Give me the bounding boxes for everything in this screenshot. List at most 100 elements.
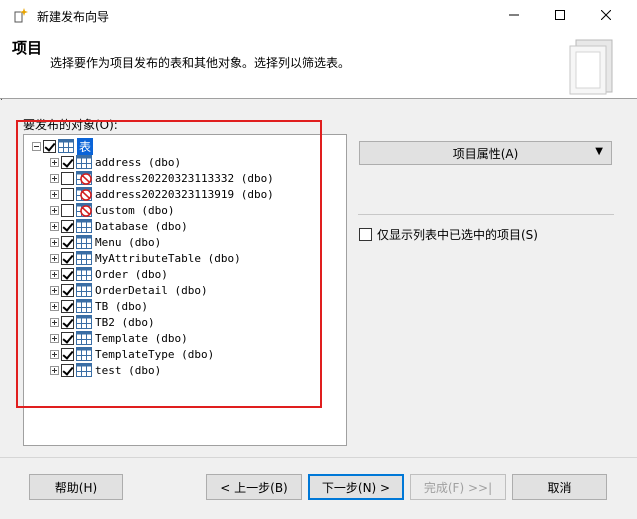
expand-icon[interactable] (50, 253, 59, 263)
only-selected-checkbox[interactable] (359, 228, 372, 241)
expand-icon[interactable] (50, 173, 59, 183)
tree-item[interactable]: address20220323113332 (dbo) (50, 170, 274, 186)
back-label: < 上一步(B) (220, 480, 288, 495)
table-icon (76, 331, 92, 345)
tree-item[interactable]: OrderDetail (dbo) (50, 282, 208, 298)
expand-icon[interactable] (50, 349, 59, 359)
tree-root-checkbox[interactable] (43, 139, 56, 153)
tree-item-checkbox[interactable] (61, 219, 74, 233)
article-properties-label: 项目属性(A) (452, 146, 519, 161)
tree-item-label: TB (dbo) (95, 299, 148, 313)
tree-item-checkbox[interactable] (61, 171, 74, 185)
table-icon (76, 267, 92, 281)
objects-tree[interactable]: 表 address (dbo) address20220323113332 (db… (23, 134, 347, 446)
table-excluded-icon (76, 187, 92, 201)
finish-label: 完成(F) >>| (423, 480, 493, 495)
expand-icon[interactable] (50, 269, 59, 279)
tree-item[interactable]: address20220323113919 (dbo) (50, 186, 274, 202)
article-properties-button[interactable]: 项目属性(A) ▼ (359, 141, 612, 165)
only-selected-label: 仅显示列表中已选中的项目(S) (377, 228, 538, 242)
tree-item[interactable]: TB2 (dbo) (50, 314, 155, 330)
tree-item[interactable]: TB (dbo) (50, 298, 148, 314)
tree-item-label: address20220323113919 (dbo) (95, 187, 274, 201)
tree-item[interactable]: Custom (dbo) (50, 202, 174, 218)
tree-item-checkbox[interactable] (61, 283, 74, 297)
tree-root-label[interactable]: 表 (77, 137, 94, 155)
edge-mark: . (0, 93, 3, 103)
tree-item-label: Database (dbo) (95, 219, 188, 233)
tree-item[interactable]: Menu (dbo) (50, 234, 161, 250)
cancel-label: 取消 (547, 480, 572, 495)
tree-item-label: test (dbo) (95, 363, 162, 377)
maximize-button[interactable] (537, 0, 583, 30)
objects-label: 要发布的对象(O): (23, 118, 118, 132)
tree-item[interactable]: address (dbo) (50, 154, 181, 170)
tree-item[interactable]: MyAttributeTable (dbo) (50, 250, 241, 266)
next-button[interactable]: 下一步(N) > (308, 474, 404, 500)
tree-item-label: address (dbo) (95, 155, 182, 169)
tree-item-label: Menu (dbo) (95, 235, 162, 249)
tree-item[interactable]: TemplateType (dbo) (50, 346, 214, 362)
footer-divider (0, 457, 637, 458)
table-excluded-icon (76, 203, 92, 217)
tree-item[interactable]: Order (dbo) (50, 266, 168, 282)
only-selected-option[interactable]: 仅显示列表中已选中的项目(S) (359, 226, 538, 243)
table-icon (76, 363, 92, 377)
tree-item-checkbox[interactable] (61, 187, 74, 201)
title-bar: 新建发布向导 (0, 0, 637, 30)
tree-item-checkbox[interactable] (61, 347, 74, 361)
next-label: 下一步(N) > (321, 480, 391, 495)
minimize-button[interactable] (491, 0, 537, 30)
expand-icon[interactable] (50, 205, 59, 215)
page-title: 项目 (12, 39, 43, 57)
tree-item-label: Custom (dbo) (95, 203, 175, 217)
expand-icon[interactable] (50, 189, 59, 199)
tree-item-checkbox[interactable] (61, 299, 74, 313)
tree-root[interactable]: 表 (32, 137, 94, 155)
tree-item-checkbox[interactable] (61, 155, 74, 169)
divider (358, 214, 614, 215)
wizard-icon (14, 8, 28, 23)
table-excluded-icon (76, 171, 92, 185)
tree-item-checkbox[interactable] (61, 203, 74, 217)
table-icon (76, 155, 92, 169)
back-button[interactable]: < 上一步(B) (206, 474, 302, 500)
tree-item-label: Order (dbo) (95, 267, 168, 281)
close-button[interactable] (583, 0, 629, 30)
expand-icon[interactable] (50, 221, 59, 231)
dropdown-arrow-icon: ▼ (595, 146, 603, 157)
cancel-button[interactable]: 取消 (512, 474, 607, 500)
expand-icon[interactable] (50, 365, 59, 375)
table-icon (76, 235, 92, 249)
tree-item-checkbox[interactable] (61, 331, 74, 345)
tree-item-checkbox[interactable] (61, 315, 74, 329)
tree-item-label: OrderDetail (dbo) (95, 283, 208, 297)
expand-icon[interactable] (50, 237, 59, 247)
tree-item[interactable]: test (dbo) (50, 362, 161, 378)
tree-item-label: Template (dbo) (95, 331, 188, 345)
tree-item-checkbox[interactable] (61, 251, 74, 265)
table-icon (76, 283, 92, 297)
tree-item-checkbox[interactable] (61, 267, 74, 281)
finish-button[interactable]: 完成(F) >>| (410, 474, 506, 500)
tree-item[interactable]: Database (dbo) (50, 218, 188, 234)
expand-icon[interactable] (50, 285, 59, 295)
publication-art-icon (569, 39, 613, 95)
maximize-icon (555, 10, 565, 20)
help-label: 帮助(H) (54, 480, 98, 495)
table-icon (76, 251, 92, 265)
tree-item-label: address20220323113332 (dbo) (95, 171, 274, 185)
collapse-icon[interactable] (32, 141, 41, 151)
expand-icon[interactable] (50, 157, 59, 167)
tree-item[interactable]: Template (dbo) (50, 330, 188, 346)
minimize-icon (509, 14, 519, 16)
help-button[interactable]: 帮助(H) (29, 474, 123, 500)
tree-item-label: TB2 (dbo) (95, 315, 155, 329)
expand-icon[interactable] (50, 333, 59, 343)
tree-item-checkbox[interactable] (61, 235, 74, 249)
expand-icon[interactable] (50, 317, 59, 327)
close-icon (601, 10, 611, 20)
tree-item-checkbox[interactable] (61, 363, 74, 377)
expand-icon[interactable] (50, 301, 59, 311)
page-subtitle: 选择要作为项目发布的表和其他对象。选择列以筛选表。 (50, 56, 351, 70)
